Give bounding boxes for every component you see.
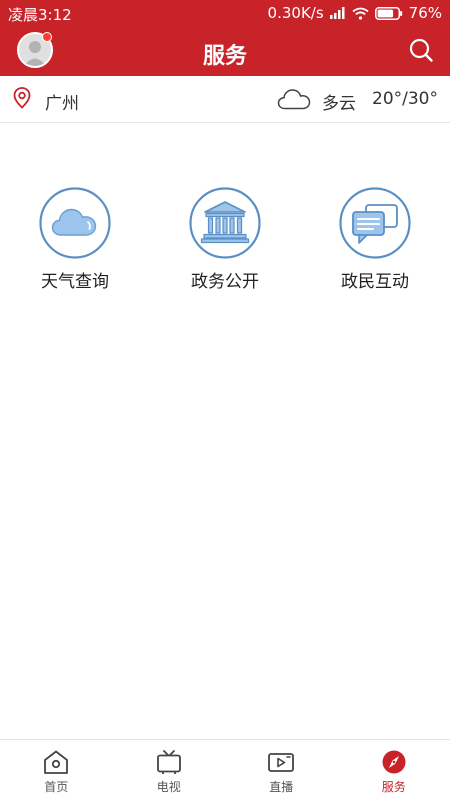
- bottom-navigation: 首页 电视 直播 服务: [0, 739, 450, 800]
- compass-icon: [382, 750, 406, 774]
- nav-label: 直播: [269, 780, 294, 794]
- network-speed: 0.30K/s: [267, 4, 324, 22]
- battery-percent: 76%: [408, 4, 442, 22]
- nav-label: 首页: [44, 780, 69, 794]
- service-screen: 凌晨3:12 0.30K/s 76% 服务 广州 多云 20°/30° 天气查询…: [0, 0, 450, 800]
- location-pin-icon[interactable]: [13, 87, 31, 109]
- tv-icon: [156, 750, 181, 774]
- nav-label: 服务: [381, 780, 406, 794]
- signal-icon: [329, 7, 345, 19]
- home-icon: [44, 750, 69, 774]
- city-name[interactable]: 广州: [45, 89, 79, 114]
- status-bar: 凌晨3:12 0.30K/s 76%: [0, 0, 450, 26]
- location-weather-bar: 广州 多云 20°/30°: [0, 76, 450, 123]
- nav-item-home[interactable]: 首页: [0, 740, 113, 800]
- cloud-icon: [39, 187, 111, 259]
- temperature-range: 20°/30°: [372, 89, 438, 109]
- cloudy-weather-icon: [277, 89, 311, 110]
- service-label: 天气查询: [41, 272, 109, 292]
- status-time: 凌晨3:12: [8, 6, 72, 24]
- page-title: 服务: [202, 44, 247, 69]
- status-indicators: 0.30K/s 76%: [268, 4, 442, 22]
- nav-item-tv[interactable]: 电视: [113, 740, 226, 800]
- battery-icon: [374, 6, 402, 20]
- live-video-icon: [268, 753, 295, 772]
- header-bar: 服务: [0, 26, 450, 76]
- nav-label: 电视: [156, 780, 181, 794]
- service-label: 政民互动: [341, 272, 409, 292]
- nav-item-service[interactable]: 服务: [338, 740, 450, 800]
- government-building-icon: [189, 187, 261, 259]
- service-label: 政务公开: [191, 272, 259, 292]
- service-citizen-interaction[interactable]: 政民互动: [315, 187, 435, 292]
- wifi-icon: [352, 7, 369, 20]
- chat-bubbles-icon: [339, 187, 411, 259]
- nav-item-live[interactable]: 直播: [225, 740, 338, 800]
- weather-condition: 多云: [322, 94, 356, 114]
- search-icon[interactable]: [408, 37, 434, 63]
- service-government-affairs[interactable]: 政务公开: [165, 187, 285, 292]
- service-weather-query[interactable]: 天气查询: [15, 187, 135, 292]
